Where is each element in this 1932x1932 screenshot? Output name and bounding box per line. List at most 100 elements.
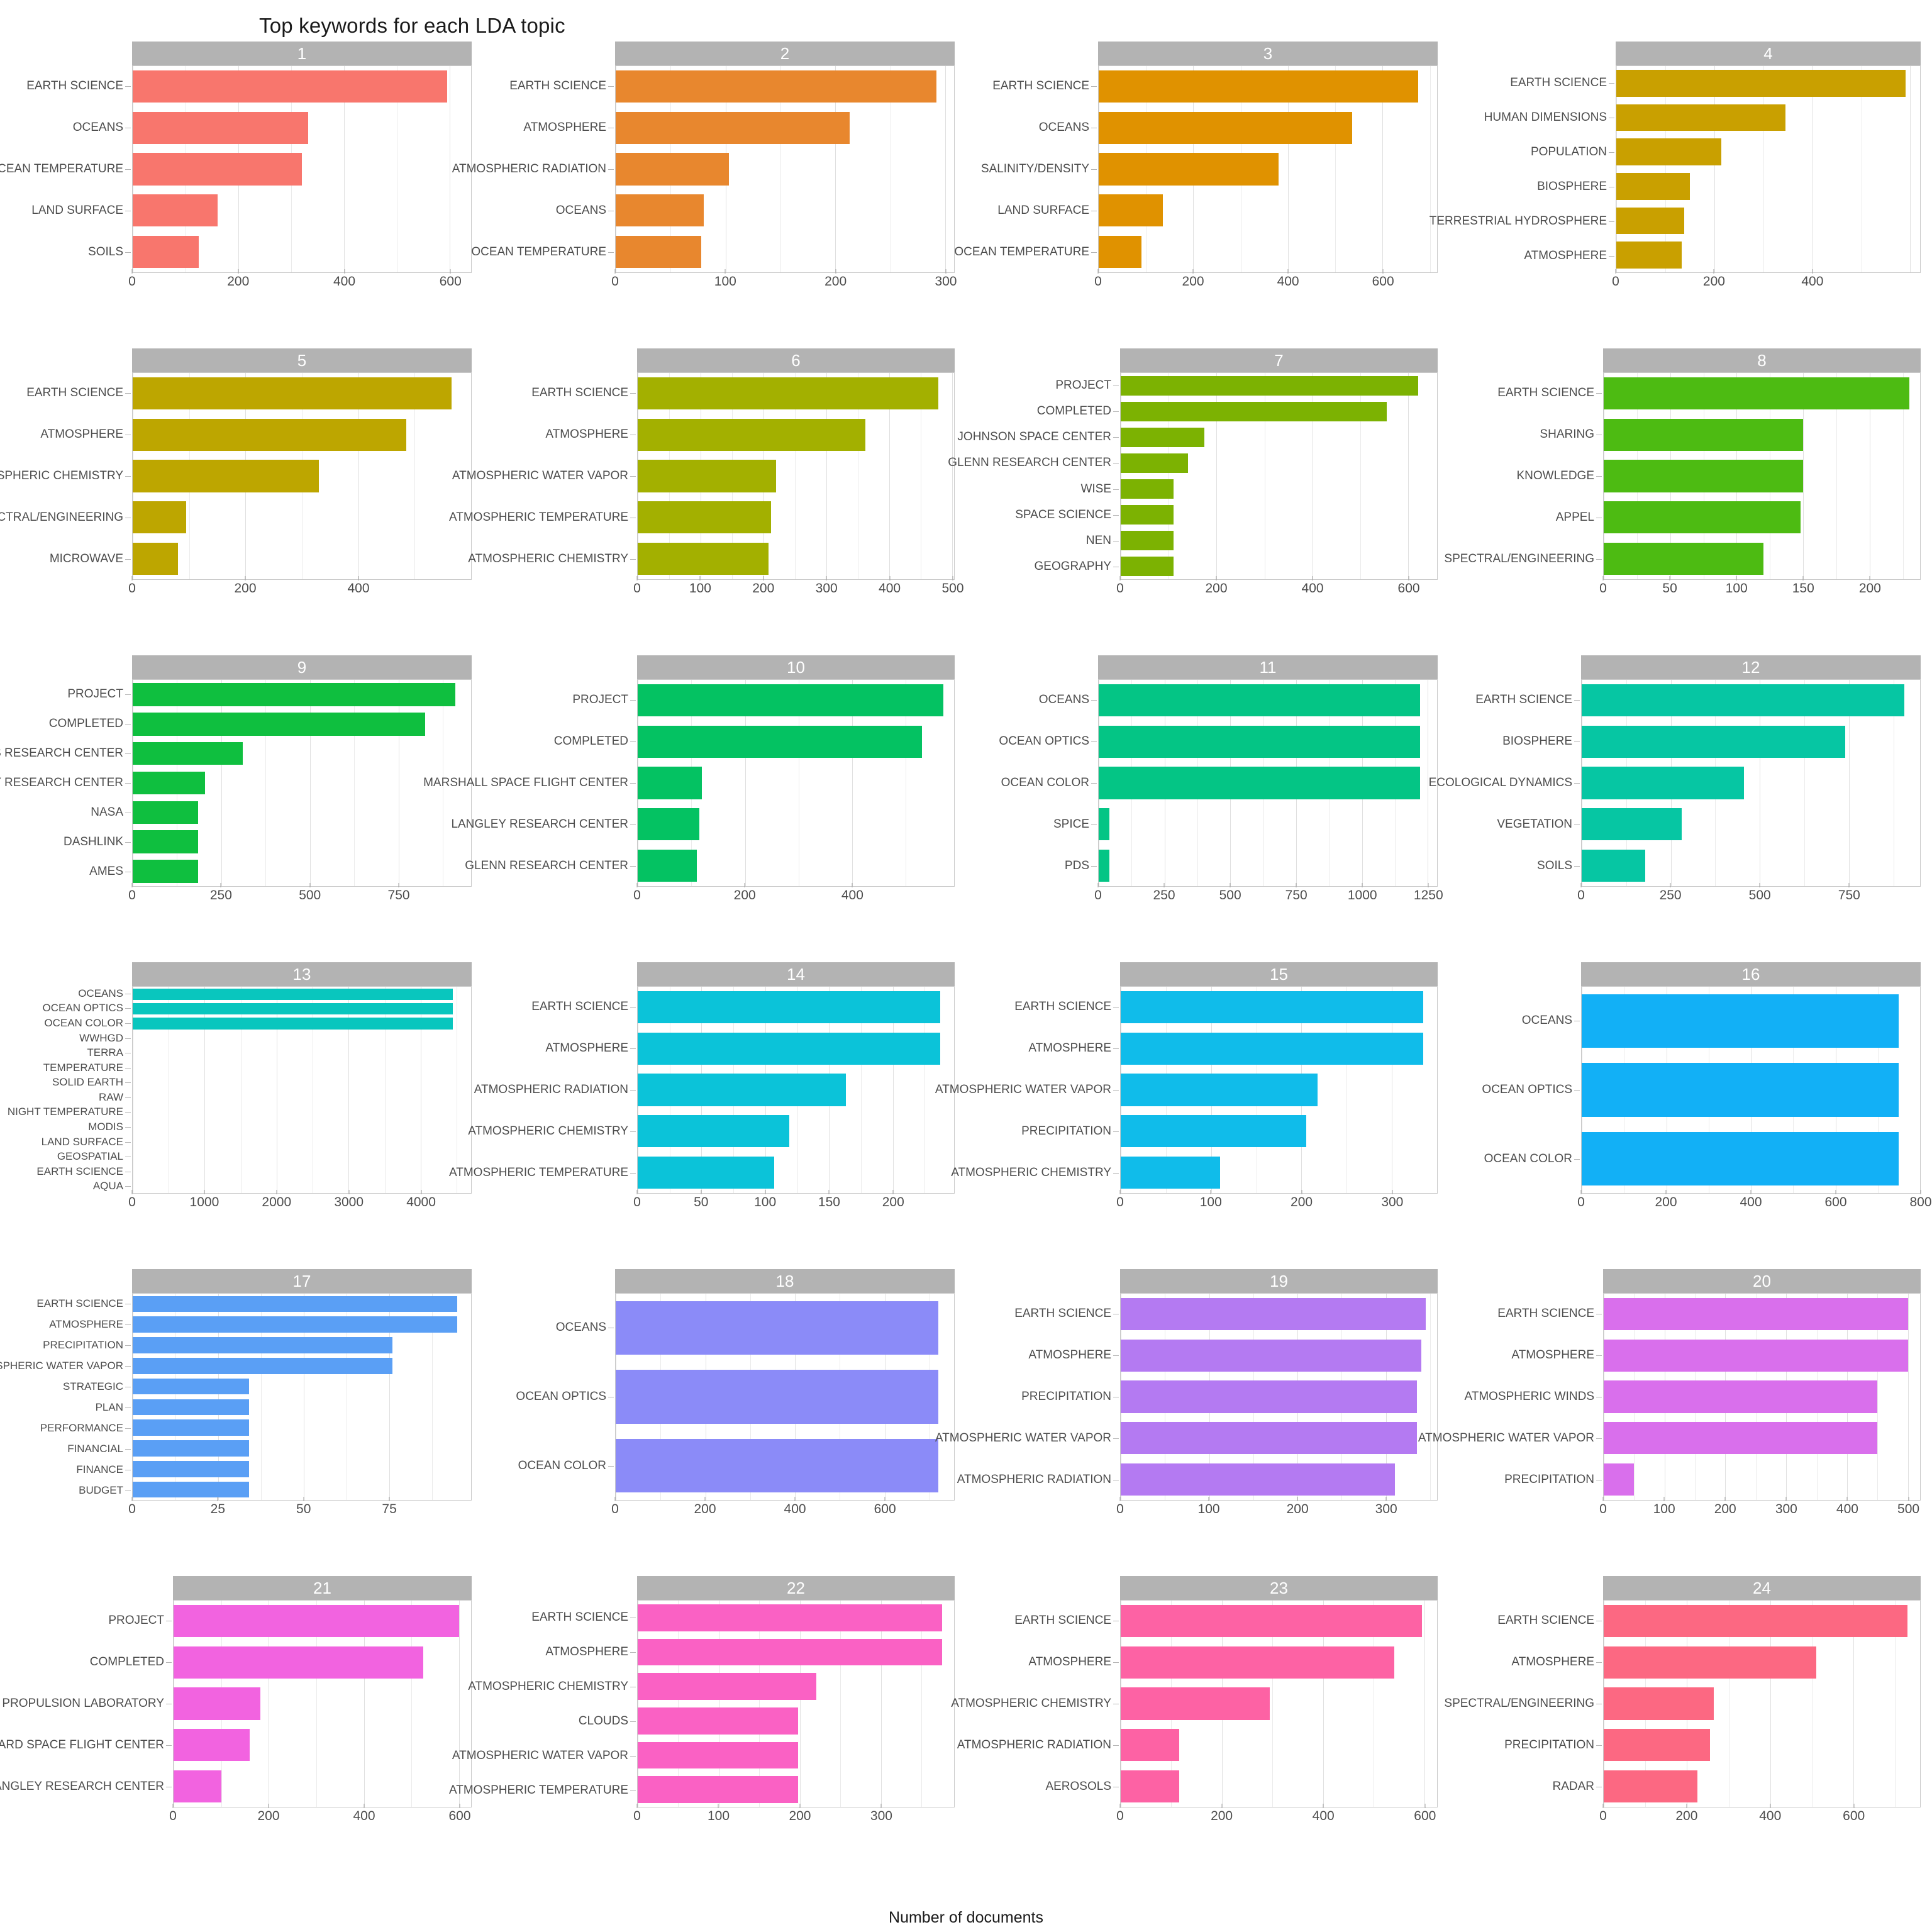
y-axis-tick-label: PLAN xyxy=(0,1397,132,1418)
y-axis-tick-label: OCEANS xyxy=(966,679,1098,721)
bar-row xyxy=(133,1335,471,1356)
bar-row xyxy=(133,1438,471,1459)
bar-row xyxy=(616,66,954,108)
facet-panel-topic-18: 18 OCEANS OCEAN OPTICS OCEAN COLOR 0 200 400 60… xyxy=(483,1264,966,1571)
y-axis-tick-label: ATMOSPHERIC WATER VAPOR xyxy=(935,1069,1120,1111)
x-axis-tick-mark xyxy=(636,1804,638,1808)
y-axis-tick-label: EARTH SCIENCE xyxy=(0,65,132,107)
bar-row xyxy=(616,108,954,149)
bar xyxy=(1582,994,1899,1048)
x-axis-tick-label: 0 xyxy=(128,1502,136,1516)
bar xyxy=(133,235,199,268)
x-axis-tick-label: 200 xyxy=(1286,1502,1309,1516)
bar-row xyxy=(133,108,471,149)
bar-row xyxy=(638,1028,954,1070)
facet-panel-topic-23: 23 EARTH SCIENCE ATMOSPHERE ATMOSPHERIC CHE… xyxy=(951,1571,1449,1878)
facet-panel-topic-22: 22 EARTH SCIENCE ATMOSPHERE ATMOSPHERIC CHE… xyxy=(449,1571,966,1878)
bar-row xyxy=(1616,101,1920,135)
x-axis-tick-mark xyxy=(1602,1497,1604,1501)
bar-row xyxy=(133,797,471,827)
x-axis-tick-label: 500 xyxy=(299,888,321,902)
x-axis-tick-mark xyxy=(131,1497,133,1501)
y-axis-tick-label: SPECTRAL/ENGINEERING xyxy=(1444,538,1603,580)
bar-row xyxy=(1099,721,1437,763)
y-axis-tick-label: SOILS xyxy=(0,231,132,273)
x-axis-tick-mark xyxy=(1163,883,1165,887)
y-axis-tick-label: EARTH SCIENCE xyxy=(966,986,1120,1028)
facet-strip-label: 6 xyxy=(637,348,955,372)
x-axis-tick-mark xyxy=(276,1190,277,1194)
x-axis-tick-label: 0 xyxy=(1577,1195,1585,1209)
x-axis-tick-label: 400 xyxy=(1301,581,1324,596)
y-axis-tick-label: EARTH SCIENCE xyxy=(1449,372,1603,414)
bar xyxy=(133,1378,249,1395)
y-axis-labels: EARTH SCIENCE ATMOSPHERE ATMOSPHERIC WATER… xyxy=(935,986,1120,1194)
facet-strip-label: 2 xyxy=(615,42,955,65)
y-axis-labels: PROJECT COMPLETED MARSHALL SPACE FLIGHT CE… xyxy=(423,679,637,887)
y-axis-tick-label: ATMOSPHERE xyxy=(966,1335,1120,1376)
bar-row xyxy=(1604,1765,1920,1807)
bar-row xyxy=(1121,1683,1437,1724)
bar-row xyxy=(133,680,471,709)
bar xyxy=(638,684,943,717)
bar xyxy=(1121,1156,1221,1189)
bar xyxy=(1604,460,1804,492)
y-axis-tick-label: JET PROPULSION LABORATORY xyxy=(0,1683,173,1724)
bar-rows xyxy=(1582,987,1920,1193)
bar-row xyxy=(1121,399,1437,425)
bar-rows xyxy=(1099,680,1437,886)
x-axis-tick-label: 200 xyxy=(789,1809,811,1823)
facet-strip-label: 20 xyxy=(1603,1269,1921,1293)
y-axis-labels: EARTH SCIENCE ATMOSPHERE ATMOSPHERIC WINDS… xyxy=(1418,1293,1603,1501)
y-axis-tick-label: EARTH SCIENCE xyxy=(0,372,132,414)
x-axis-tick-mark xyxy=(614,269,616,274)
x-axis-tick-label: 0 xyxy=(1116,1809,1124,1823)
x-axis-tick-mark xyxy=(1665,1190,1667,1194)
x-axis-tick-label: 200 xyxy=(752,581,775,596)
bar xyxy=(1604,418,1804,451)
bar-row xyxy=(133,1031,471,1045)
bar-row xyxy=(1099,680,1437,721)
bar xyxy=(1121,1646,1394,1679)
y-axis-labels: EARTH SCIENCE ATMOSPHERE ATMOSPHERIC RADIA… xyxy=(449,986,637,1194)
facet-strip-label: 4 xyxy=(1616,42,1921,65)
y-axis-tick-label: COMPLETED xyxy=(0,1641,173,1683)
y-axis-tick-label: NEN xyxy=(966,528,1120,554)
plot-area xyxy=(132,986,472,1194)
x-axis-tick-label: 100 xyxy=(1199,1195,1222,1209)
facet-strip-label: 9 xyxy=(132,655,472,679)
x-axis-tick-mark xyxy=(704,1497,706,1501)
bar-row xyxy=(1121,1069,1437,1111)
x-axis-tick-label: 500 xyxy=(1748,888,1771,902)
x-axis-tick-label: 600 xyxy=(448,1809,471,1823)
x-axis-tick-mark xyxy=(131,883,133,887)
y-axis-tick-label: SPECTRAL/ENGINEERING xyxy=(1444,1683,1603,1724)
x-axis-tick-label: 500 xyxy=(941,581,964,596)
bar-row xyxy=(616,231,954,272)
x-axis-tick-mark xyxy=(1385,1497,1387,1501)
bar xyxy=(174,1687,261,1720)
y-axis-tick-label: EARTH SCIENCE xyxy=(483,65,615,107)
bar xyxy=(638,460,776,492)
x-axis-tick-label: 400 xyxy=(1312,1809,1335,1823)
y-axis-labels: OCEANS OCEAN OPTICS OCEAN COLOR xyxy=(483,1293,615,1501)
x-axis-ticks: 0 200 400 600 xyxy=(128,269,472,303)
bar xyxy=(133,1481,249,1498)
y-axis-tick-label: ATMOSPHERIC WATER VAPOR xyxy=(1418,1418,1603,1459)
bar xyxy=(638,1115,790,1148)
facet-strip-label: 3 xyxy=(1098,42,1438,65)
y-axis-tick-label: ATMOSPHERIC CHEMISTRY xyxy=(468,1669,637,1704)
bar xyxy=(1099,767,1420,799)
x-axis-tick-label: 1000 xyxy=(189,1195,219,1209)
x-axis-tick-mark xyxy=(636,883,638,887)
x-axis-tick-label: 600 xyxy=(1824,1195,1847,1209)
y-axis-tick-label: ATMOSPHERIC RADIATION xyxy=(474,1069,637,1111)
bar xyxy=(638,1673,816,1700)
x-axis-tick-mark xyxy=(1580,883,1582,887)
x-axis-tick-label: 3000 xyxy=(334,1195,364,1209)
y-axis-tick-label: EARTH SCIENCE xyxy=(966,1293,1120,1335)
bar xyxy=(1121,1339,1421,1372)
bar-row xyxy=(1121,373,1437,399)
x-axis-tick-label: 200 xyxy=(1675,1809,1698,1823)
bar xyxy=(1616,242,1682,269)
